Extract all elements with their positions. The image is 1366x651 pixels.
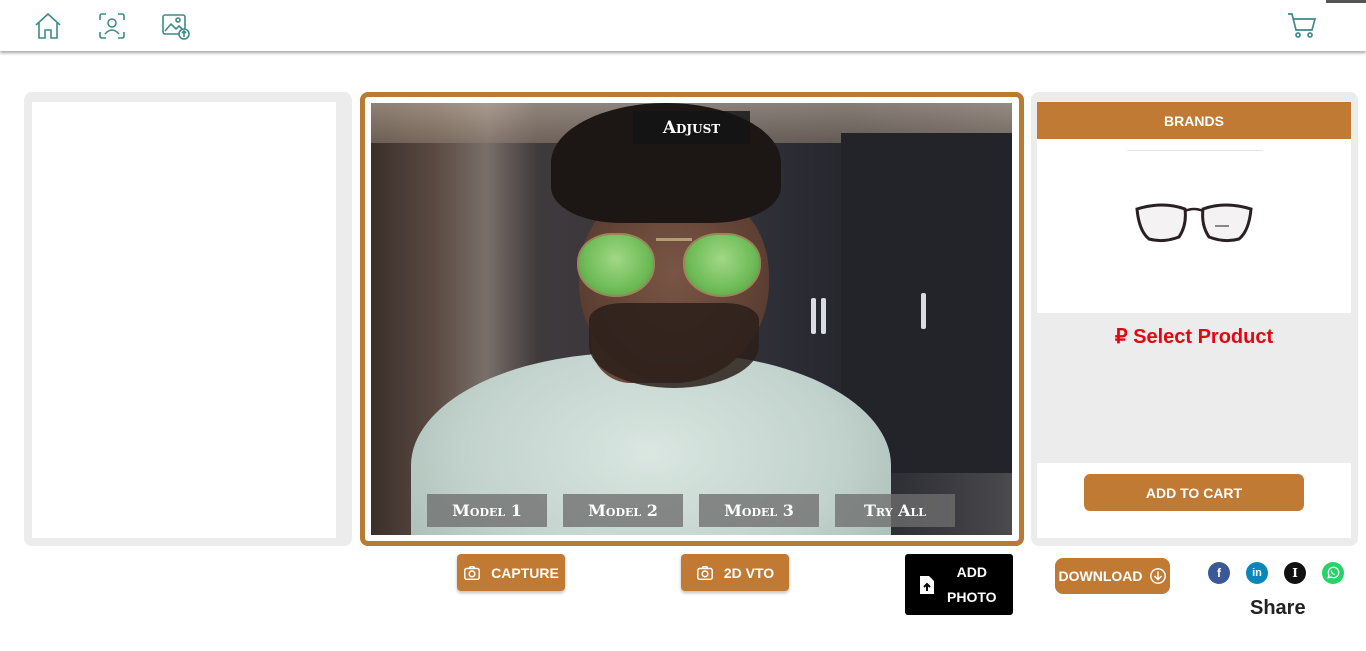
image-upload-icon[interactable] bbox=[160, 10, 192, 42]
virtual-glasses-bridge bbox=[656, 238, 692, 241]
camera-viewer-frame: Adjust Model 1 Model 2 Model 3 Try All bbox=[360, 92, 1024, 546]
download-icon bbox=[1149, 568, 1166, 584]
add-to-cart-button[interactable]: ADD TO CART bbox=[1084, 474, 1304, 511]
cart-action-area: ADD TO CART bbox=[1037, 463, 1351, 538]
product-card[interactable] bbox=[1037, 139, 1351, 313]
add-photo-button[interactable]: ADD PHOTO bbox=[905, 554, 1013, 615]
camera-icon bbox=[464, 565, 481, 580]
model-2-button[interactable]: Model 2 bbox=[563, 494, 683, 527]
whatsapp-share-icon[interactable] bbox=[1322, 562, 1344, 584]
linkedin-share-icon[interactable]: in bbox=[1246, 562, 1268, 584]
download-button[interactable]: DOWNLOAD bbox=[1055, 558, 1170, 594]
virtual-glasses-right-lens bbox=[683, 233, 761, 297]
corner-divider bbox=[1326, 0, 1366, 3]
product-divider bbox=[1127, 150, 1263, 151]
top-navigation-bar bbox=[0, 0, 1366, 51]
2d-vto-button[interactable]: 2D VTO bbox=[681, 554, 789, 591]
file-upload-icon bbox=[920, 575, 934, 594]
eyeglasses-product-image[interactable] bbox=[1133, 195, 1255, 255]
brands-button[interactable]: BRANDS bbox=[1037, 102, 1351, 139]
adjust-button[interactable]: Adjust bbox=[633, 111, 750, 144]
download-label: DOWNLOAD bbox=[1058, 568, 1143, 584]
instapaper-share-icon[interactable]: I bbox=[1284, 562, 1306, 584]
model-1-button[interactable]: Model 1 bbox=[427, 494, 547, 527]
share-label: Share bbox=[1250, 597, 1306, 619]
camera-icon bbox=[696, 565, 713, 580]
cabinet-handle bbox=[921, 293, 926, 329]
capture-button[interactable]: CAPTURE bbox=[457, 554, 565, 591]
product-price-text: ₽ Select Product bbox=[1114, 326, 1274, 348]
person-beard bbox=[589, 303, 759, 388]
add-photo-label-line2: PHOTO bbox=[947, 588, 997, 605]
cabinet-handle bbox=[811, 298, 816, 334]
cart-icon[interactable] bbox=[1286, 9, 1318, 41]
cabinet-handle bbox=[821, 298, 826, 334]
model-3-button[interactable]: Model 3 bbox=[699, 494, 819, 527]
face-scan-icon[interactable] bbox=[96, 10, 128, 42]
home-icon[interactable] bbox=[32, 10, 64, 42]
capture-label: CAPTURE bbox=[491, 564, 559, 581]
add-photo-label-line1: ADD bbox=[956, 563, 987, 580]
virtual-glasses-left-lens bbox=[577, 233, 655, 297]
camera-feed[interactable]: Adjust Model 1 Model 2 Model 3 Try All bbox=[371, 103, 1012, 535]
2d-vto-label: 2D VTO bbox=[723, 564, 775, 581]
left-panel bbox=[24, 92, 352, 546]
facebook-share-icon[interactable]: f bbox=[1208, 562, 1230, 584]
left-panel-content bbox=[32, 102, 336, 538]
try-all-button[interactable]: Try All bbox=[835, 494, 955, 527]
product-panel: BRANDS ₽ Select Product ADD TO CART bbox=[1031, 92, 1358, 546]
